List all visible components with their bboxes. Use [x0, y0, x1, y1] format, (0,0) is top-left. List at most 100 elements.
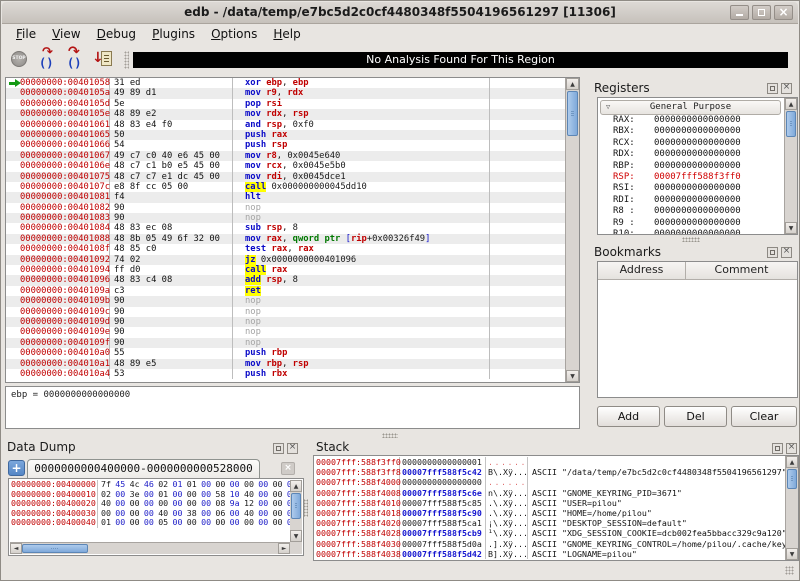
close-tab-icon[interactable]: × [281, 462, 295, 475]
scrollbar-thumb[interactable] [291, 493, 301, 519]
register-row[interactable]: RBX:0000000000000000 [598, 126, 783, 137]
disasm-row[interactable]: 00000000:0040108f48 85 c0test rax, rax [6, 244, 565, 254]
float-dock-icon[interactable] [772, 443, 783, 454]
scrollbar-thumb[interactable] [22, 544, 88, 553]
scroll-up-arrow[interactable]: ▲ [785, 98, 797, 110]
stack-row[interactable]: 00007fff:588f402000007fff588f5ca1¡\.Xÿ..… [314, 518, 785, 528]
run-to-icon[interactable]: ↓ [92, 48, 116, 72]
data-dump-view[interactable]: 00000000:004000007f454c46020101000000000… [8, 478, 304, 556]
stack-row[interactable]: 00007fff:588f400800007fff588f5c6en\.Xÿ..… [314, 488, 785, 498]
scroll-up-arrow[interactable]: ▲ [786, 456, 798, 468]
menu-item-view[interactable]: View [44, 25, 88, 43]
disasm-row[interactable]: 00000000:0040109e90nop [6, 327, 565, 337]
stack-view[interactable]: 00007fff:588f3ff00000000000000001.......… [313, 455, 799, 561]
scroll-right-arrow[interactable]: ► [278, 543, 290, 554]
float-dock-icon[interactable] [767, 83, 778, 94]
bookmarks-dock-title[interactable]: Bookmarks [594, 245, 661, 259]
close-button[interactable] [774, 5, 793, 20]
stack-row[interactable]: 00007fff:588f3ff00000000000000001.......… [314, 457, 785, 467]
disasm-row[interactable]: 00000000:0040109648 83 c4 08add rsp, 8 [6, 275, 565, 285]
register-row[interactable]: RCX:0000000000000000 [598, 138, 783, 149]
disasm-row[interactable]: 00000000:0040106550push rax [6, 130, 565, 140]
disasm-row[interactable]: 00000000:00401081f4hlt [6, 192, 565, 202]
menu-item-debug[interactable]: Debug [89, 25, 144, 43]
close-dock-icon[interactable] [786, 443, 797, 454]
minimize-button[interactable] [730, 5, 749, 20]
bookmarks-table[interactable]: Address Comment [597, 261, 798, 398]
disasm-row[interactable]: 00000000:0040105a49 89 d1mov r9, rdx [6, 88, 565, 98]
disasm-row[interactable]: 00000000:0040108848 8b 05 49 6f 32 00mov… [6, 234, 565, 244]
register-row[interactable]: RSI:0000000000000000 [598, 183, 783, 194]
disasm-row[interactable]: 00000000:004010a453push rbx [6, 369, 565, 379]
register-row[interactable]: RAX:0000000000000000 [598, 115, 783, 126]
disasm-row[interactable]: 00000000:0040105831 edxor ebp, ebp [6, 78, 565, 88]
scroll-left-arrow[interactable]: ◄ [10, 543, 22, 554]
register-group-header[interactable]: ▽ General Purpose [600, 100, 781, 115]
stack-dock-title[interactable]: Stack [316, 440, 349, 454]
scrollbar-thumb[interactable] [786, 111, 796, 137]
close-dock-icon[interactable] [781, 247, 792, 258]
scroll-down-arrow[interactable]: ▼ [785, 222, 797, 234]
disasm-row[interactable]: 00000000:0040106654push rsp [6, 140, 565, 150]
dump-row[interactable]: 00000000:0040004001000000050000000000000… [9, 518, 290, 528]
disasm-row[interactable]: 00000000:0040106749 c7 c0 40 e6 45 00mov… [6, 151, 565, 161]
disassembly-scrollbar[interactable]: ▲ ▼ [565, 78, 579, 382]
close-dock-icon[interactable] [781, 83, 792, 94]
dock-splitter-handle[interactable] [682, 237, 700, 242]
del-bookmark-button[interactable]: Del [664, 406, 727, 427]
register-row[interactable]: RDX:0000000000000000 [598, 149, 783, 160]
menu-item-plugins[interactable]: Plugins [144, 25, 203, 43]
disasm-row[interactable]: 00000000:0040106e48 c7 c1 b0 e5 45 00mov… [6, 161, 565, 171]
scroll-up-arrow[interactable]: ▲ [290, 480, 302, 492]
registers-dock-title[interactable]: Registers [594, 81, 650, 95]
disasm-row[interactable]: 00000000:0040107ce8 8f cc 05 00call 0x00… [6, 182, 565, 192]
dump-vertical-scrollbar[interactable]: ▲ ▼ [290, 480, 302, 542]
disasm-row[interactable]: 00000000:0040109f90nop [6, 338, 565, 348]
stack-row[interactable]: 00007fff:588f401000007fff588f5c85.\.Xÿ..… [314, 498, 785, 508]
disasm-row[interactable]: 00000000:004010a055push rbp [6, 348, 565, 358]
maximize-button[interactable] [752, 5, 771, 20]
stack-row[interactable]: 00007fff:588f40000000000000000000.......… [314, 477, 785, 487]
disasm-row[interactable]: 00000000:0040105d5epop rsi [6, 99, 565, 109]
disasm-row[interactable]: 00000000:0040108448 83 ec 08sub rsp, 8 [6, 223, 565, 233]
register-row[interactable]: RSP:00007fff588f3ff0 [598, 172, 783, 183]
scroll-down-arrow[interactable]: ▼ [566, 370, 579, 382]
disasm-row[interactable]: 00000000:0040109c90nop [6, 307, 565, 317]
disasm-row[interactable]: 00000000:0040106148 83 e4 f0and rsp, 0xf… [6, 120, 565, 130]
register-row[interactable]: RBP:0000000000000000 [598, 161, 783, 172]
step-into-icon[interactable]: ↷ () [36, 48, 60, 72]
registers-scrollbar[interactable]: ▲ ▼ [784, 98, 797, 234]
disasm-row[interactable]: 00000000:0040109ac3ret [6, 286, 565, 296]
disasm-row[interactable]: 00000000:0040109274 02jz 0x0000000000401… [6, 255, 565, 265]
scrollbar-thumb[interactable] [787, 469, 797, 489]
new-dump-tab-button[interactable]: + [8, 460, 25, 476]
disasm-row[interactable]: 00000000:00401094ff d0call rax [6, 265, 565, 275]
resize-grip[interactable] [785, 566, 794, 575]
main-splitter-handle[interactable] [382, 433, 398, 438]
data-dump-dock-title[interactable]: Data Dump [7, 440, 76, 454]
menu-item-options[interactable]: Options [203, 25, 265, 43]
scroll-down-arrow[interactable]: ▼ [786, 548, 798, 560]
dump-stack-splitter-handle[interactable] [303, 499, 308, 517]
disasm-row[interactable]: 00000000:0040108390nop [6, 213, 565, 223]
registers-panel[interactable]: ▽ General Purpose RAX:0000000000000000RB… [597, 97, 798, 235]
register-row[interactable]: R8 :0000000000000000 [598, 206, 783, 217]
title-bar[interactable]: edb - /data/temp/e7bc5d2c0cf4480348f5504… [2, 2, 798, 24]
scroll-down-arrow[interactable]: ▼ [290, 530, 302, 542]
step-over-icon[interactable]: ↷ () [64, 48, 88, 72]
float-dock-icon[interactable] [767, 247, 778, 258]
register-row[interactable]: RDI:0000000000000000 [598, 195, 783, 206]
disasm-row[interactable]: 00000000:004010a148 89 e5mov rbp, rsp [6, 359, 565, 369]
disasm-row[interactable]: 00000000:0040107548 c7 c7 e1 dc 45 00mov… [6, 172, 565, 182]
float-dock-icon[interactable] [273, 443, 284, 454]
stack-row[interactable]: 00007fff:588f3ff800007fff588f5c42B\.Xÿ..… [314, 467, 785, 477]
menu-item-help[interactable]: Help [265, 25, 308, 43]
scrollbar-thumb[interactable] [567, 91, 578, 136]
dump-region-tab[interactable]: 0000000000400000-0000000000528000 [27, 459, 260, 479]
disassembly-view[interactable]: 00000000:0040105831 edxor ebp, ebp000000… [5, 77, 580, 383]
column-header-comment[interactable]: Comment [686, 262, 797, 279]
stop-icon[interactable]: STOP [8, 48, 32, 72]
menu-item-file[interactable]: File [8, 25, 44, 43]
stack-row[interactable]: 00007fff:588f402800007fff588f5cb9¹\.Xÿ..… [314, 528, 785, 538]
stack-row[interactable]: 00007fff:588f403800007fff588f5d42B].Xÿ..… [314, 549, 785, 559]
